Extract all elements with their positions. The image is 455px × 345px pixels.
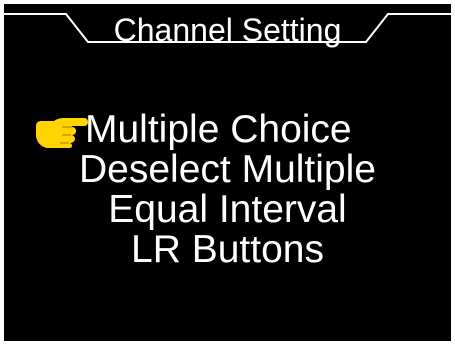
menu-item-label: LR Buttons — [131, 228, 324, 271]
menu-item-lr-buttons[interactable]: LR Buttons — [4, 230, 451, 270]
page-title: Channel Setting — [113, 12, 342, 48]
pointing-hand-icon — [36, 118, 88, 148]
menu-item-equal-interval[interactable]: Equal Interval — [4, 190, 451, 230]
menu-item-label: Equal Interval — [108, 188, 347, 231]
menu-item-deselect-multiple[interactable]: Deselect Multiple — [4, 150, 451, 190]
menu-item-label: Multiple Choice — [85, 108, 352, 151]
menu-item-multiple-choice[interactable]: Multiple Choice — [4, 110, 451, 150]
channel-setting-menu: Multiple Choice Deselect Multiple Equal … — [4, 110, 451, 270]
menu-item-label: Deselect Multiple — [79, 148, 376, 191]
device-screen: Channel Setting Multiple Choice Deselect… — [4, 4, 451, 341]
